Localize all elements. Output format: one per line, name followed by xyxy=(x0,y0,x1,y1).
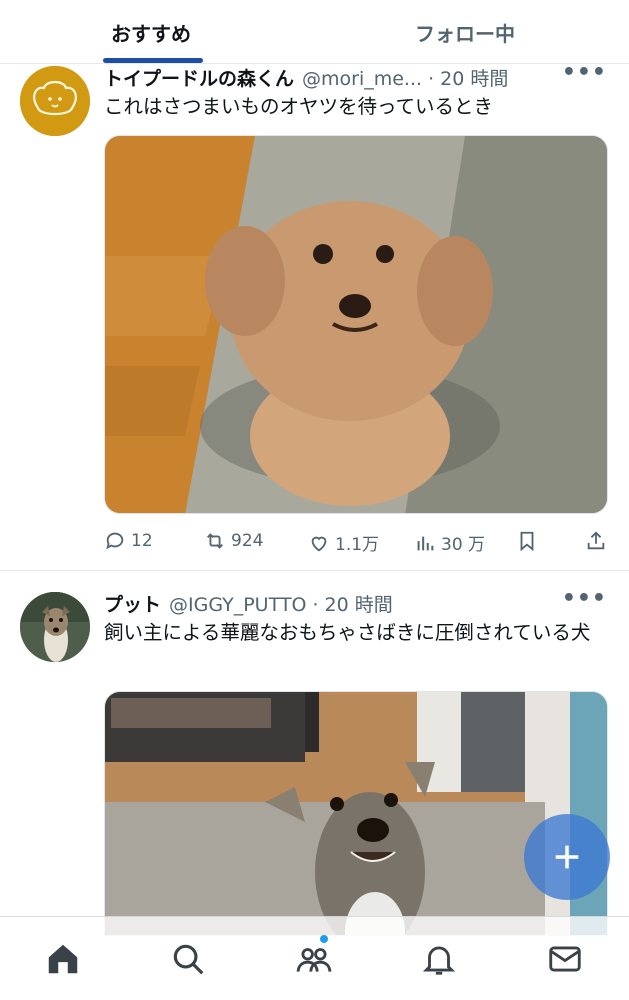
home-icon xyxy=(48,944,78,974)
bell-icon xyxy=(422,946,456,975)
notification-dot xyxy=(320,935,328,943)
tweet-header: プット @IGGY_PUTTO · 20 時間 xyxy=(104,590,393,617)
tweet-photo-dog[interactable] xyxy=(104,691,608,936)
nav-messages[interactable] xyxy=(545,939,585,979)
more-icon[interactable]: ••• xyxy=(562,586,607,611)
bookmark-icon xyxy=(520,531,534,552)
tab-following[interactable]: フォロー中 xyxy=(370,0,560,64)
views-icon xyxy=(417,536,434,550)
tweet-text: これはさつまいものオヤツを待っているとき xyxy=(104,95,494,118)
more-icon[interactable]: ••• xyxy=(562,60,607,85)
reply-button[interactable]: 12 xyxy=(104,530,153,552)
views-button[interactable]: 30 万 xyxy=(414,530,485,555)
active-tab-indicator xyxy=(103,58,203,63)
nav-notifications[interactable] xyxy=(419,939,459,979)
tweet-card[interactable]: トイプードルの森くん @mori_me... · 20 時間 ••• これはさつ… xyxy=(0,60,629,571)
search-icon xyxy=(173,944,204,975)
nav-communities[interactable] xyxy=(294,935,334,979)
reply-icon xyxy=(106,532,124,550)
tab-recommended[interactable]: おすすめ xyxy=(60,0,242,64)
mail-icon xyxy=(549,946,581,972)
avatar[interactable] xyxy=(20,592,90,662)
avatar[interactable] xyxy=(20,66,90,136)
top-tab-bar: おすすめ フォロー中 xyxy=(0,0,629,64)
like-button[interactable]: 1.1万 xyxy=(308,530,379,555)
bookmark-button[interactable] xyxy=(516,530,538,552)
communities-icon xyxy=(296,948,332,972)
tweet-header: トイプードルの森くん @mori_me... · 20 時間 xyxy=(104,64,508,91)
compose-button[interactable] xyxy=(524,814,610,900)
tweet-photo-dog[interactable] xyxy=(104,135,608,514)
nav-search[interactable] xyxy=(168,939,208,979)
author-handle-time[interactable]: @IGGY_PUTTO · 20 時間 xyxy=(169,590,393,617)
heart-icon xyxy=(311,536,327,551)
author-name[interactable]: プット xyxy=(104,590,161,617)
tweet-text: 飼い主による華麗なおもちゃさばきに圧倒されている犬 xyxy=(104,621,591,644)
retweet-count: 924 xyxy=(231,531,264,551)
author-name[interactable]: トイプードルの森くん xyxy=(104,64,294,91)
bottom-navigation xyxy=(0,916,629,1000)
reply-count: 12 xyxy=(131,531,153,551)
author-handle-time[interactable]: @mori_me... · 20 時間 xyxy=(302,64,508,91)
views-count: 30 万 xyxy=(441,535,486,555)
like-count: 1.1万 xyxy=(335,535,380,555)
share-icon xyxy=(587,531,605,550)
nav-home[interactable] xyxy=(43,939,83,979)
share-button[interactable] xyxy=(585,530,607,552)
plus-icon xyxy=(555,845,579,869)
retweet-icon xyxy=(207,533,223,549)
tweet-actions: 12 924 1.1万 30 万 xyxy=(104,530,614,556)
retweet-button[interactable]: 924 xyxy=(204,530,263,552)
